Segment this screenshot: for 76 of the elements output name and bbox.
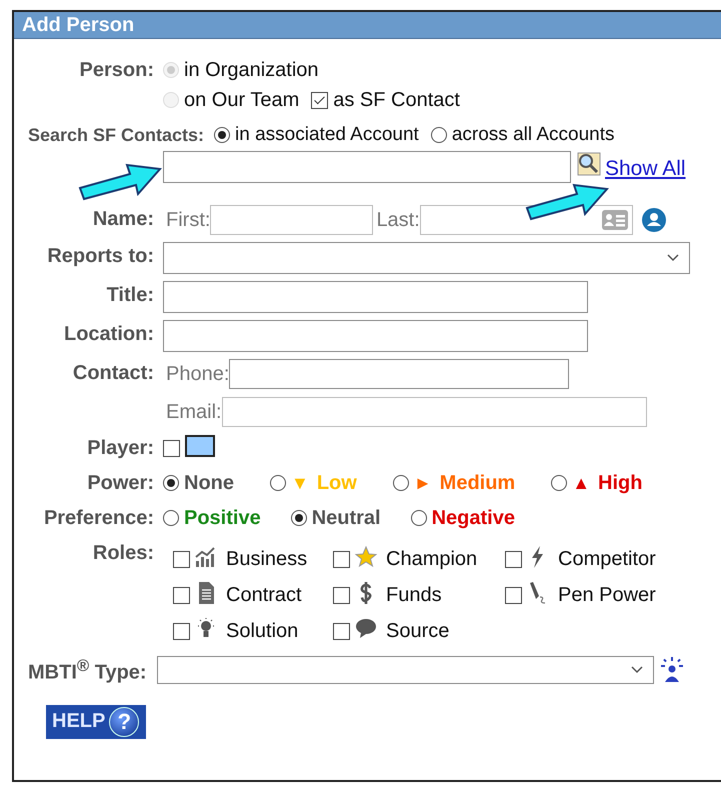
location-field[interactable] [163,320,588,352]
radio-button[interactable] [290,510,307,526]
chevron-down-icon [630,666,643,674]
field-label: Player: [86,436,155,461]
field-label: Search SF Contacts: [28,124,204,146]
first-name-field[interactable] [210,205,374,235]
field-label: Last: [376,208,420,232]
radio-button[interactable] [392,475,409,491]
option-label: Source [386,619,450,644]
color-swatch[interactable] [185,435,215,457]
panel-title: Add Person [22,14,134,36]
search-icon[interactable] [575,151,603,177]
level-symbol: ▼ [291,472,309,495]
field-label: Title: [106,283,155,308]
field-label: Roles: [92,541,155,566]
checkbox[interactable] [311,92,328,108]
player-checkbox[interactable] [163,440,180,456]
option-label: Contract [226,583,302,608]
phone-field[interactable] [229,359,570,389]
field-label: First: [166,208,210,232]
option-label: Pen Power [558,583,656,608]
field-label: Power: [86,471,155,496]
option-label: Positive [184,506,261,531]
option-label: Competitor [558,547,656,572]
field-label: Reports to: [46,244,155,269]
reports-to-dropdown[interactable] [163,242,690,274]
option-label: Funds [386,583,442,608]
checkbox[interactable] [505,550,522,568]
option-label: Champion [386,547,478,572]
field-label: Contact: [72,361,155,386]
option-label: Solution [226,619,298,644]
chevron-down-icon [667,254,679,262]
checkbox[interactable] [173,586,190,604]
option-label: Low [316,471,357,496]
option-label: across all Accounts [452,123,614,147]
checkbox[interactable] [333,586,350,604]
field-label: MBTI$^{®}$ Type: [28,656,147,685]
option-label: as SF Contact [333,88,460,113]
checkbox[interactable] [505,586,522,604]
field-label: Email: [166,400,222,424]
mbti-type-dropdown[interactable] [156,656,654,684]
field-label: Person: [78,58,155,83]
option-label: Neutral [312,506,381,531]
radio-button[interactable] [551,475,568,491]
option-label: High [598,471,642,496]
radio-button[interactable] [214,127,230,143]
email-field[interactable] [222,397,647,427]
checkbox[interactable] [333,550,350,568]
level-symbol: ► [414,472,432,495]
field-label: Location: [63,322,155,347]
option-label: None [184,471,234,496]
option-label: Medium [440,471,516,496]
level-symbol: ▲ [572,472,590,495]
star-icon [354,545,378,569]
field-label: Preference: [42,506,155,531]
option-label: on Our Team [184,88,300,113]
option-label: in Organization [184,58,319,83]
radio-button[interactable] [410,510,427,526]
radio-button[interactable] [163,510,179,526]
checkbox[interactable] [173,622,190,640]
field-label: Name: [92,207,155,232]
radio-button[interactable] [430,127,447,143]
field-label: Phone: [166,362,230,386]
title-field[interactable] [163,281,588,313]
radio-button[interactable] [270,475,286,491]
option-label: in associated Account [235,123,419,147]
show-all-link[interactable]: Show All [605,157,686,181]
option-label: Negative [432,506,515,531]
person-icon[interactable] [640,207,667,233]
search-field[interactable] [163,151,571,183]
option-label: Business [226,547,308,572]
help-button[interactable]: HELP ? [46,704,146,739]
checkbox[interactable] [173,550,190,568]
speech-icon [354,617,378,641]
radio-button[interactable] [163,475,179,491]
checkbox[interactable] [333,622,350,640]
